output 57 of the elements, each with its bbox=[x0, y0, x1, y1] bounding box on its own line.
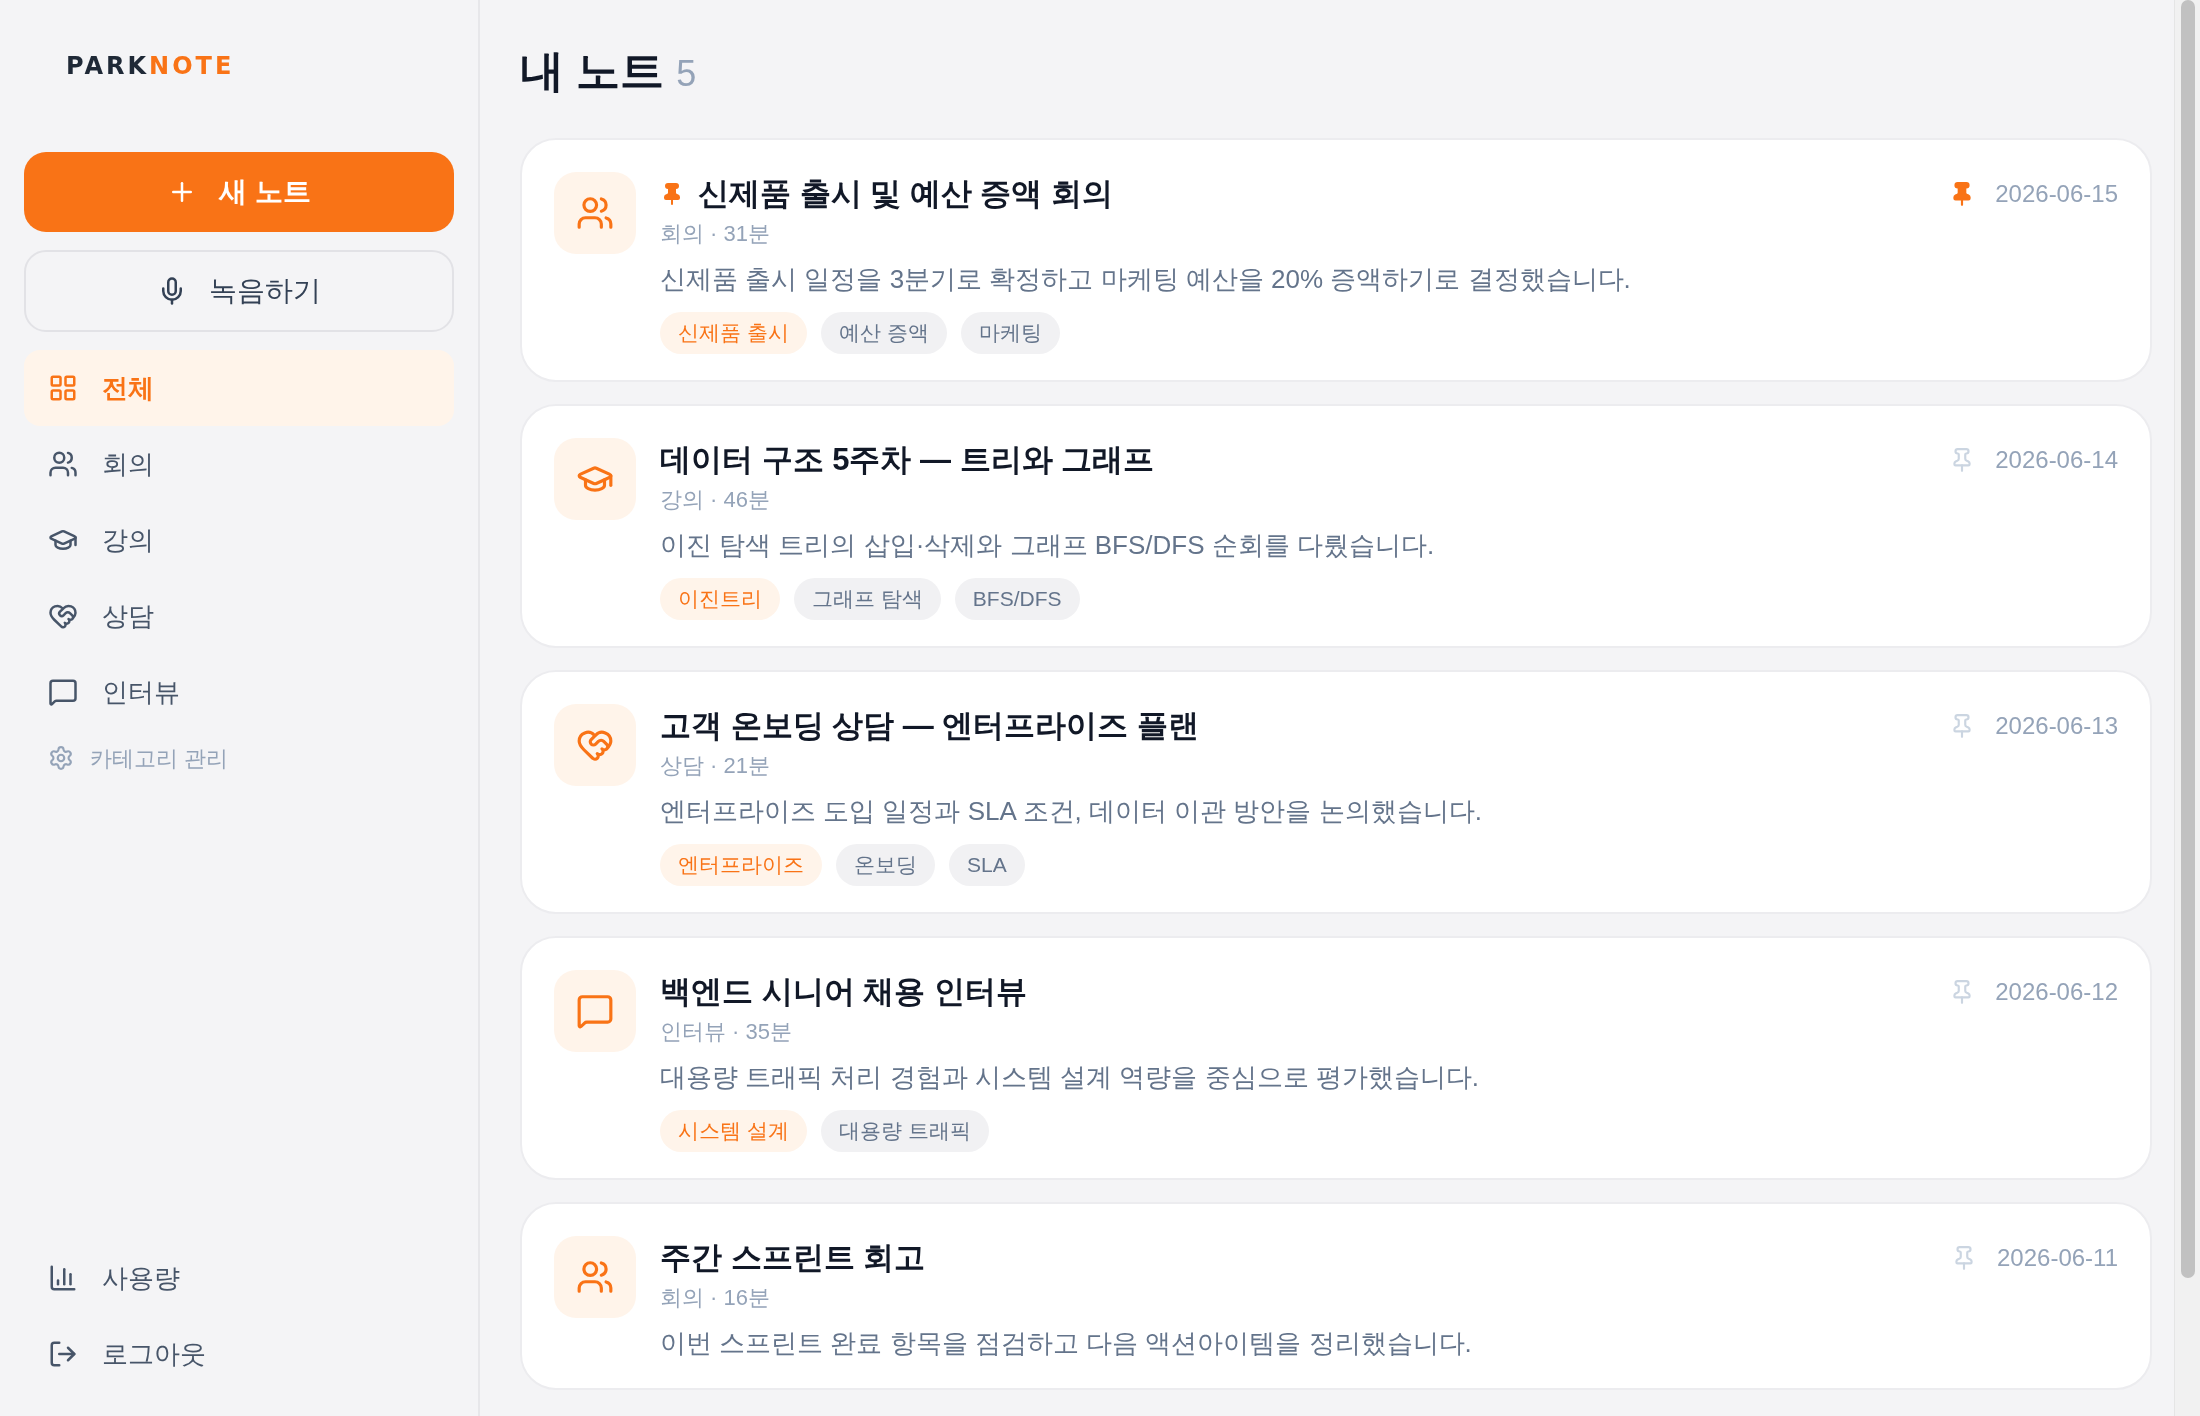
page-title: 내 노트 bbox=[520, 45, 665, 97]
note-card[interactable]: 데이터 구조 5주차 — 트리와 그래프 2026-06-14 강의 · 46분 이진 탐색 트리의 삽입·삭제와 그래프 BFS/DFS 순회를 다뤘습니다. 이진트리 그래프 탐색 BFS/DFS bbox=[520, 404, 2152, 648]
note-title: 데이터 구조 5주차 — 트리와 그래프 bbox=[660, 441, 1155, 479]
sidebar-item[interactable]: 상담 bbox=[24, 578, 454, 654]
logo-text: PARK bbox=[66, 51, 150, 82]
note-card[interactable]: 신제품 출시 및 예산 증액 회의 2026-06-15 회의 · 31분 신제품 출시 일정을 3분기로 확정하고 마케팅 예산을 20% 증액하기로 결정했습니다. 신제품 출시 예산 증액 마케팅 bbox=[520, 138, 2152, 382]
note-meta: 상담 · 21분 bbox=[660, 752, 772, 780]
tag-chip: 온보딩 bbox=[836, 844, 935, 886]
settings-icon bbox=[48, 745, 74, 771]
tag-chip: 마케팅 bbox=[960, 312, 1060, 354]
note-date: 2026-06-13 bbox=[1995, 711, 2118, 741]
note-date: 2026-06-14 bbox=[1995, 445, 2118, 475]
record-button[interactable]: 녹음하기 bbox=[24, 250, 454, 332]
note-summary: 이진 탐색 트리의 삽입·삭제와 그래프 BFS/DFS 순회를 다뤘습니다. bbox=[660, 529, 1436, 562]
note-title: 고객 온보딩 상담 — 엔터프라이즈 플랜 bbox=[660, 707, 1200, 745]
note-meta: 인터뷰 · 35분 bbox=[660, 1018, 794, 1046]
note-meta: 강의 · 46분 bbox=[660, 486, 772, 514]
tag-chip: BFS/DFS bbox=[954, 578, 1080, 620]
tag-chip: 예산 증액 bbox=[820, 312, 947, 354]
grid-icon bbox=[48, 373, 78, 403]
note-date: 2026-06-11 bbox=[1997, 1243, 2118, 1273]
sidebar-item[interactable]: 강의 bbox=[24, 502, 454, 578]
note-card[interactable]: 주간 스프린트 회고 2026-06-11 회의 · 16분 이번 스프린트 완료 항목을 점검하고 다음 액션아이템을 정리했습니다. bbox=[520, 1202, 2152, 1390]
note-meta: 회의 · 31분 bbox=[660, 220, 772, 248]
sidebar-item[interactable]: 사용량 bbox=[24, 1240, 454, 1316]
note-title: 주간 스프린트 회고 bbox=[660, 1239, 926, 1277]
note-count: 5 bbox=[676, 52, 697, 96]
people-icon bbox=[576, 1258, 614, 1296]
note-title: 신제품 출시 및 예산 증액 회의 bbox=[698, 175, 1114, 213]
speech-bubble-icon bbox=[576, 992, 614, 1030]
note-card[interactable]: 백엔드 시니어 채용 인터뷰 2026-06-12 인터뷰 · 35분 대용량 트래픽 처리 경험과 시스템 설계 역량을 중심으로 평가했습니다. 시스템 설계 대용량 트래픽 bbox=[520, 936, 2152, 1180]
note-card[interactable]: 고객 온보딩 상담 — 엔터프라이즈 플랜 2026-06-13 상담 · 21분 엔터프라이즈 도입 일정과 SLA 조건, 데이터 이관 방안을 논의했습니다. 엔터프라이즈 온보딩 SLA bbox=[520, 670, 2152, 914]
tag-chip: 대용량 트래픽 bbox=[820, 1110, 989, 1152]
speech-bubble-icon bbox=[48, 677, 78, 707]
sidebar-item[interactable]: 로그아웃 bbox=[24, 1316, 454, 1392]
scrollbar[interactable] bbox=[2174, 0, 2200, 1416]
logout-icon bbox=[48, 1339, 78, 1369]
note-summary: 이번 스프린트 완료 항목을 점검하고 다음 액션아이템을 정리했습니다. bbox=[660, 1327, 1473, 1360]
bar-chart-icon bbox=[48, 1263, 78, 1293]
note-summary: 대용량 트래픽 처리 경험과 시스템 설계 역량을 중심으로 평가했습니다. bbox=[660, 1061, 1480, 1094]
tag-chip: 신제품 출시 bbox=[660, 312, 807, 354]
note-title: 백엔드 시니어 채용 인터뷰 bbox=[660, 973, 1027, 1011]
tag-chip: 엔터프라이즈 bbox=[660, 844, 822, 886]
logo-text: NOTE bbox=[149, 51, 235, 82]
tag-chip: 이진트리 bbox=[660, 578, 780, 620]
people-icon bbox=[576, 194, 614, 232]
people-icon bbox=[48, 449, 78, 479]
note-date: 2026-06-12 bbox=[1995, 977, 2118, 1007]
note-date: 2026-06-15 bbox=[1995, 179, 2118, 209]
sidebar-item[interactable]: 회의 bbox=[24, 426, 454, 502]
tag-chip: 시스템 설계 bbox=[660, 1110, 807, 1152]
note-summary: 엔터프라이즈 도입 일정과 SLA 조건, 데이터 이관 방안을 논의했습니다. bbox=[660, 795, 1483, 828]
note-meta: 회의 · 16분 bbox=[660, 1284, 772, 1312]
sidebar-item[interactable]: 인터뷰 bbox=[24, 654, 454, 730]
note-summary: 신제품 출시 일정을 3분기로 확정하고 마케팅 예산을 20% 증액하기로 결정했습니다. bbox=[660, 263, 1632, 296]
tag-chip: SLA bbox=[949, 844, 1025, 886]
tag-chip: 그래프 탐색 bbox=[794, 578, 941, 620]
